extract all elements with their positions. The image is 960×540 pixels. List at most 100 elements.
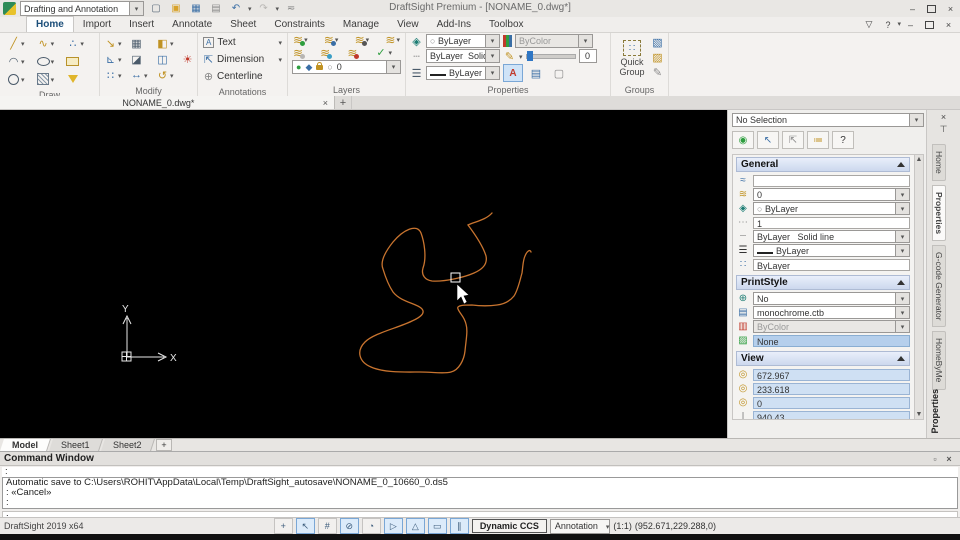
command-undock-icon[interactable]: ▫ (928, 454, 942, 464)
chamfer-tool-button[interactable]: ◪ (129, 53, 153, 66)
tab-model[interactable]: Model (0, 439, 51, 451)
layer-states-button[interactable]: ≋ (384, 34, 401, 45)
side-tab-home[interactable]: Home (932, 144, 946, 181)
tab-sheet[interactable]: Sheet (221, 17, 265, 32)
help-button[interactable]: ? (878, 18, 897, 32)
side-tab-gcode-generator[interactable]: G-code Generator (932, 245, 946, 328)
side-tab-homebyme[interactable]: HomeByMe (932, 331, 946, 389)
tab-addins[interactable]: Add-Ins (428, 17, 480, 32)
selection-combo[interactable]: No Selection (732, 113, 924, 127)
section-general-header[interactable]: General (736, 157, 910, 172)
undo-dropdown-icon[interactable] (248, 3, 252, 14)
center-y-field[interactable]: 233.618 (753, 383, 910, 395)
tab-insert[interactable]: Insert (120, 17, 163, 32)
palette-pin-icon[interactable]: ⊤ (940, 124, 948, 135)
side-tab-properties[interactable]: Properties (932, 185, 946, 241)
transparency-dropdown-icon[interactable] (519, 51, 523, 62)
section-printstyle-header[interactable]: PrintStyle (736, 275, 910, 290)
workspace-dropdown-icon[interactable] (129, 2, 143, 15)
linecolor-combo[interactable]: ○ ByLayer (426, 34, 500, 48)
new-file-icon[interactable]: ▢ (148, 2, 164, 16)
rotate-dropdown-icon[interactable] (170, 70, 174, 81)
quick-group-icon[interactable]: ∷ (623, 40, 641, 56)
selection-dropdown-icon[interactable] (909, 114, 923, 126)
annotation-scale-combo[interactable]: Annotation (550, 519, 611, 534)
lineweight-dropdown-icon[interactable] (485, 67, 499, 79)
layer-states-dropdown-icon[interactable] (396, 34, 400, 45)
view-height-field[interactable]: 940.43 (753, 411, 910, 421)
layer-manager-button[interactable]: ≋ (292, 34, 309, 45)
print-icon[interactable]: ▤ (208, 2, 224, 16)
workspace-selector[interactable]: Drafting and Annotation (20, 1, 144, 16)
layers-section-label[interactable]: Layers (288, 84, 405, 96)
new-document-tab-button[interactable]: + (335, 96, 352, 109)
rotate-tool-button[interactable]: ↺ (155, 69, 179, 82)
text-dropdown-icon[interactable] (278, 37, 282, 48)
lineweight-toggle-icon[interactable]: ∥ (450, 518, 469, 534)
shadowprint-field[interactable]: No (753, 292, 910, 305)
point-dropdown-icon[interactable] (80, 38, 84, 49)
polyline-tool-button[interactable]: ∿ (36, 37, 64, 50)
point-tool-button[interactable]: ∴ (65, 37, 93, 50)
transparency-value[interactable]: 0 (579, 49, 597, 63)
customize-toolbar-icon[interactable]: ≂ (283, 2, 299, 16)
move-tool-button[interactable]: ↘ (103, 37, 127, 50)
transparency-brush-icon[interactable]: ✎ (503, 50, 516, 63)
linestyle-field[interactable]: ByLayer Solid line (753, 230, 910, 243)
printstyle-table-field[interactable]: monochrome.ctb (753, 306, 910, 319)
lineweight-tool-icon[interactable]: ☰ (410, 67, 423, 80)
select-entities-button[interactable]: ◉ (732, 131, 754, 149)
open-file-icon[interactable]: ▣ (168, 2, 184, 16)
center-x-field[interactable]: 672.967 (753, 369, 910, 381)
color-tool-icon[interactable]: ◈ (410, 35, 423, 48)
collapse-printstyle-icon[interactable] (897, 280, 905, 285)
tab-annotate[interactable]: Annotate (163, 17, 221, 32)
tab-toolbox[interactable]: Toolbox (480, 17, 532, 32)
hatch-tool-button[interactable] (36, 73, 64, 86)
command-close-icon[interactable]: × (942, 454, 956, 464)
lineweight-combo[interactable]: ByLayer (426, 66, 500, 80)
drawing-canvas[interactable]: Y X (0, 110, 727, 438)
layer-options-button[interactable]: ≋ (323, 34, 340, 45)
ungroup-icon[interactable]: ✎ (651, 66, 664, 79)
explode-dropdown-icon[interactable] (118, 70, 122, 81)
palette-close-icon[interactable]: × (941, 112, 946, 122)
mirror-tool-button[interactable]: ◫ (155, 53, 179, 66)
linecolor-field[interactable]: ○ ByLayer (753, 202, 910, 215)
save-icon[interactable]: ▦ (188, 2, 204, 16)
restore-button[interactable] (922, 2, 941, 16)
select-add-button[interactable]: ↖ (757, 131, 779, 149)
apply-dropdown-icon[interactable] (388, 47, 392, 58)
ellipse-dropdown-icon[interactable] (51, 56, 55, 67)
properties-section-label[interactable]: Properties (406, 84, 610, 96)
circle-dropdown-icon[interactable] (21, 74, 25, 85)
dynamic-ccs-button[interactable]: Dynamic CCS (472, 519, 547, 533)
layer-field[interactable]: 0 (753, 188, 910, 201)
resources-dropdown-icon[interactable]: ▽ (859, 18, 878, 32)
add-sheet-button[interactable]: + (156, 439, 172, 451)
close-button[interactable]: × (941, 2, 960, 16)
ortho-toggle-icon[interactable]: ⊘ (340, 518, 359, 534)
lineweight-field-dropdown-icon[interactable] (895, 245, 909, 256)
grid-toggle-icon[interactable]: # (318, 518, 337, 534)
undo-icon[interactable]: ↶ (228, 2, 244, 16)
scroll-up-icon[interactable]: ▲ (916, 156, 923, 163)
trim-tool-button[interactable]: ⊾ (103, 53, 127, 66)
hatch-dropdown-icon[interactable] (51, 74, 55, 85)
text-tool-button[interactable]: AText (203, 35, 282, 50)
hyperlink-field[interactable] (753, 175, 910, 187)
command-history-box[interactable]: Automatic save to C:\Users\ROHIT\AppData… (2, 477, 958, 509)
polygon-tool-button[interactable] (65, 73, 93, 86)
scale-indicator[interactable]: (1:1) (613, 521, 632, 531)
palette-help-button[interactable]: ? (832, 131, 854, 149)
doc-close-button[interactable]: × (939, 18, 958, 32)
polar-toggle-icon[interactable]: ◔ (362, 518, 381, 534)
layer-isolate-button[interactable]: ≋ (292, 46, 304, 59)
arc-tool-button[interactable]: ◠ (6, 55, 34, 68)
linecolor-dropdown-icon[interactable] (485, 35, 499, 47)
section-view-header[interactable]: View (736, 351, 910, 366)
select-window-button[interactable]: ⇱ (782, 131, 804, 149)
line-tool-button[interactable]: ╱ (6, 37, 34, 50)
polyline-dropdown-icon[interactable] (51, 38, 55, 49)
pattern-tool-button[interactable]: ▦ (129, 37, 153, 50)
